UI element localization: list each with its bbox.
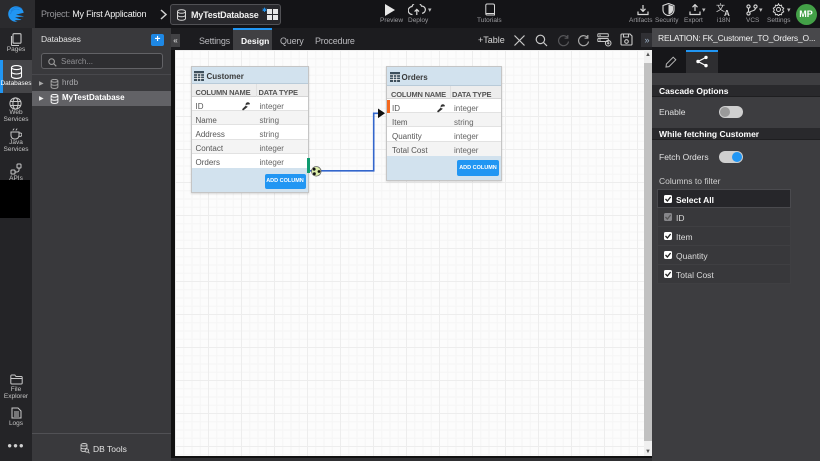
svg-text:A: A — [724, 9, 730, 16]
